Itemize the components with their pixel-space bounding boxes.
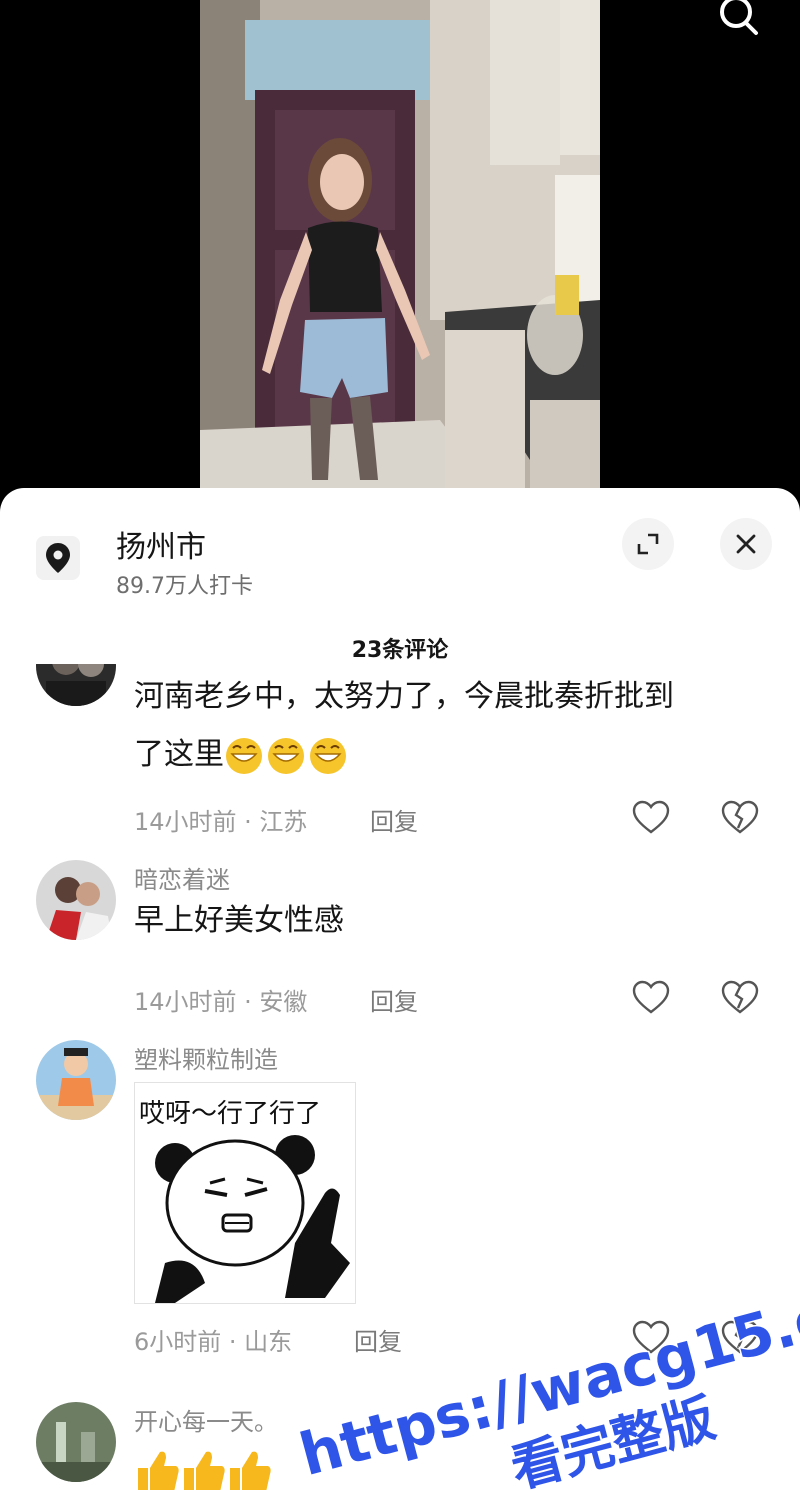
heart-icon (632, 800, 670, 834)
like-button[interactable] (631, 798, 671, 838)
search-icon (720, 0, 758, 35)
avatar[interactable] (36, 664, 116, 706)
location-checkins: 89.7万人打卡 (116, 574, 253, 599)
location-title[interactable]: 扬州市 (116, 522, 206, 566)
reply-button[interactable]: 回复 (370, 802, 418, 837)
dislike-button[interactable] (720, 798, 760, 838)
comment-text: 早上好美女性感 (134, 903, 344, 938)
comment-username[interactable]: 塑料颗粒制造 (134, 1040, 278, 1075)
dislike-button[interactable] (720, 978, 760, 1018)
comment-time-location: 14小时前 · 安徽 (134, 988, 308, 1016)
video-frame[interactable] (200, 0, 600, 500)
thumbs-up-emoji-icon (134, 1446, 274, 1490)
like-button[interactable] (631, 1318, 671, 1358)
reply-button[interactable]: 回复 (354, 1322, 402, 1357)
broken-heart-icon (721, 980, 759, 1014)
like-button[interactable] (631, 978, 671, 1018)
comment-username[interactable]: 暗恋着迷 (134, 860, 230, 895)
avatar[interactable] (36, 1402, 116, 1482)
expand-button[interactable] (622, 518, 674, 570)
sticker-caption: 哎呀～行了行了 (139, 1099, 322, 1129)
comment-list[interactable]: 河南老乡中，太努力了，今晨批奏折批到 了这里 14小时前 · 江苏 回复 暗恋着… (0, 664, 800, 1490)
avatar[interactable] (36, 1040, 116, 1120)
comment-time-location: 6小时前 · 山东 (134, 1328, 293, 1356)
comment-time-location: 14小时前 · 江苏 (134, 808, 308, 836)
broken-heart-icon (721, 800, 759, 834)
broken-heart-icon (721, 1320, 759, 1354)
location-badge[interactable] (36, 536, 80, 580)
avatar[interactable] (36, 860, 116, 940)
search-button[interactable] (716, 0, 764, 40)
heart-icon (632, 1320, 670, 1354)
heart-icon (632, 980, 670, 1014)
comment-sticker[interactable]: 哎呀～行了行了 (134, 1082, 356, 1304)
close-icon (736, 534, 756, 554)
comment-text: 河南老乡中，太努力了，今晨批奏折批到 了这里 (134, 679, 674, 774)
video-player[interactable] (0, 0, 800, 500)
close-button[interactable] (720, 518, 772, 570)
dislike-button[interactable] (720, 1318, 760, 1358)
reply-button[interactable]: 回复 (370, 982, 418, 1017)
comment-sheet: 扬州市 89.7万人打卡 23条评论 河南老乡中，太努力了，今晨批奏折批到 了这… (0, 488, 800, 1490)
comment-count: 23条评论 (351, 638, 449, 663)
expand-icon (637, 533, 659, 555)
video-still-image (200, 0, 600, 500)
location-pin-icon (46, 543, 70, 573)
comment-username[interactable]: 开心每一天。 (134, 1402, 278, 1437)
grin-emoji-icon (224, 737, 354, 774)
